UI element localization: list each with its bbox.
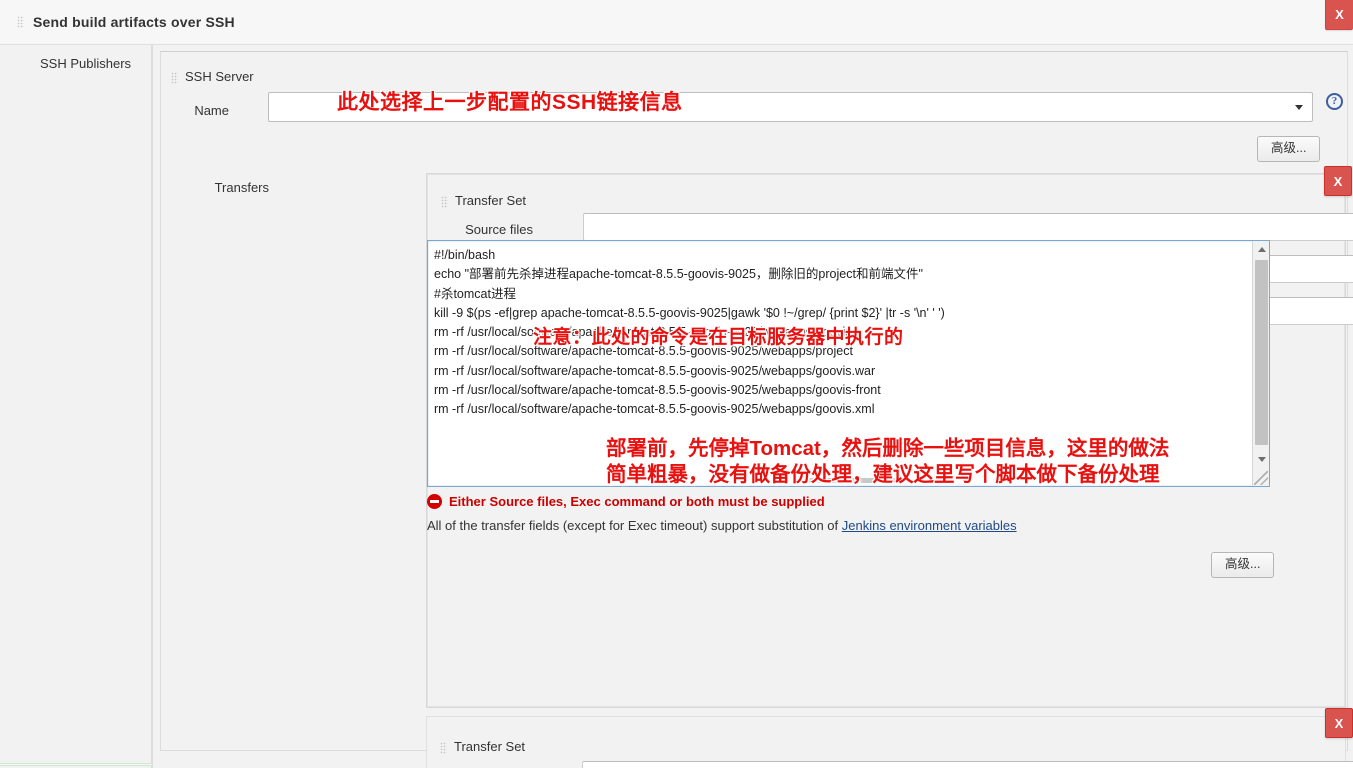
note-prefix-text: All of the transfer fields (except for E… [427,518,842,533]
drag-handle-icon[interactable] [441,195,448,208]
dialog-titlebar: Send build artifacts over SSH X [0,0,1353,45]
left-label-column: SSH Publishers [0,45,165,768]
drag-handle-icon[interactable] [171,71,178,84]
drag-handle-icon[interactable] [17,16,24,28]
scroll-down-icon[interactable] [1253,451,1269,468]
exec-command-textarea[interactable]: #!/bin/bash echo "部署前先杀掉进程apache-tomcat-… [427,240,1270,487]
ssh-server-section-header: SSH Server [171,69,254,84]
scrollbar-thumb[interactable] [1255,260,1268,445]
exec-command-error: Either Source files, Exec command or bot… [427,494,825,509]
ssh-publishers-label: SSH Publishers [40,56,132,71]
ssh-server-advanced-button[interactable]: 高级... [1257,136,1321,162]
chevron-down-icon [1295,105,1303,110]
transfer-set-1-title: Transfer Set [455,193,527,208]
exec-command-text: #!/bin/bash echo "部署前先杀掉进程apache-tomcat-… [434,248,945,417]
main-content-area: SSH Server Name ? 高级... Transfers X Tran… [152,45,1353,768]
send-build-artifacts-over-ssh-dialog: Send build artifacts over SSH X SSH Publ… [0,0,1353,768]
transfer-fields-note: All of the transfer fields (except for E… [427,518,1017,533]
page-title: Send build artifacts over SSH [33,14,235,30]
source-files-input-2[interactable] [582,761,1353,768]
error-message: Either Source files, Exec command or bot… [449,494,825,509]
help-icon-ssh-server-name[interactable]: ? [1326,93,1343,110]
transfer-set-2-header: Transfer Set [440,739,525,754]
transfer-set-2: X Transfer Set Source files ? [426,708,1353,768]
jenkins-environment-variables-link[interactable]: Jenkins environment variables [842,518,1017,533]
ssh-server-name-select[interactable] [268,92,1313,122]
exec-command-scrollbar[interactable] [1252,241,1269,486]
ssh-publisher-panel: SSH Server Name ? 高级... Transfers X Tran… [160,51,1353,768]
transfer-set-1-header: Transfer Set [441,193,526,208]
transfer-set-2-title: Transfer Set [454,739,526,754]
close-dialog-button[interactable]: X [1325,0,1353,30]
textarea-resize-handle[interactable] [1254,471,1268,485]
source-files-label: Source files [465,222,533,237]
transfers-label: Transfers [214,180,269,195]
ssh-server-section-title: SSH Server [185,69,254,84]
remove-transfer-set-2-button[interactable]: X [1325,708,1353,738]
name-field-label: Name [194,103,229,118]
scroll-up-icon[interactable] [1253,241,1269,258]
source-files-input[interactable] [583,213,1353,241]
error-icon [427,494,442,509]
transfer-set-1-advanced-button[interactable]: 高级... [1211,552,1275,578]
bottom-green-divider [0,763,165,766]
drag-handle-icon[interactable] [440,741,447,754]
remove-transfer-set-1-button[interactable]: X [1324,166,1352,196]
horizontal-scrollbar[interactable] [808,478,896,483]
